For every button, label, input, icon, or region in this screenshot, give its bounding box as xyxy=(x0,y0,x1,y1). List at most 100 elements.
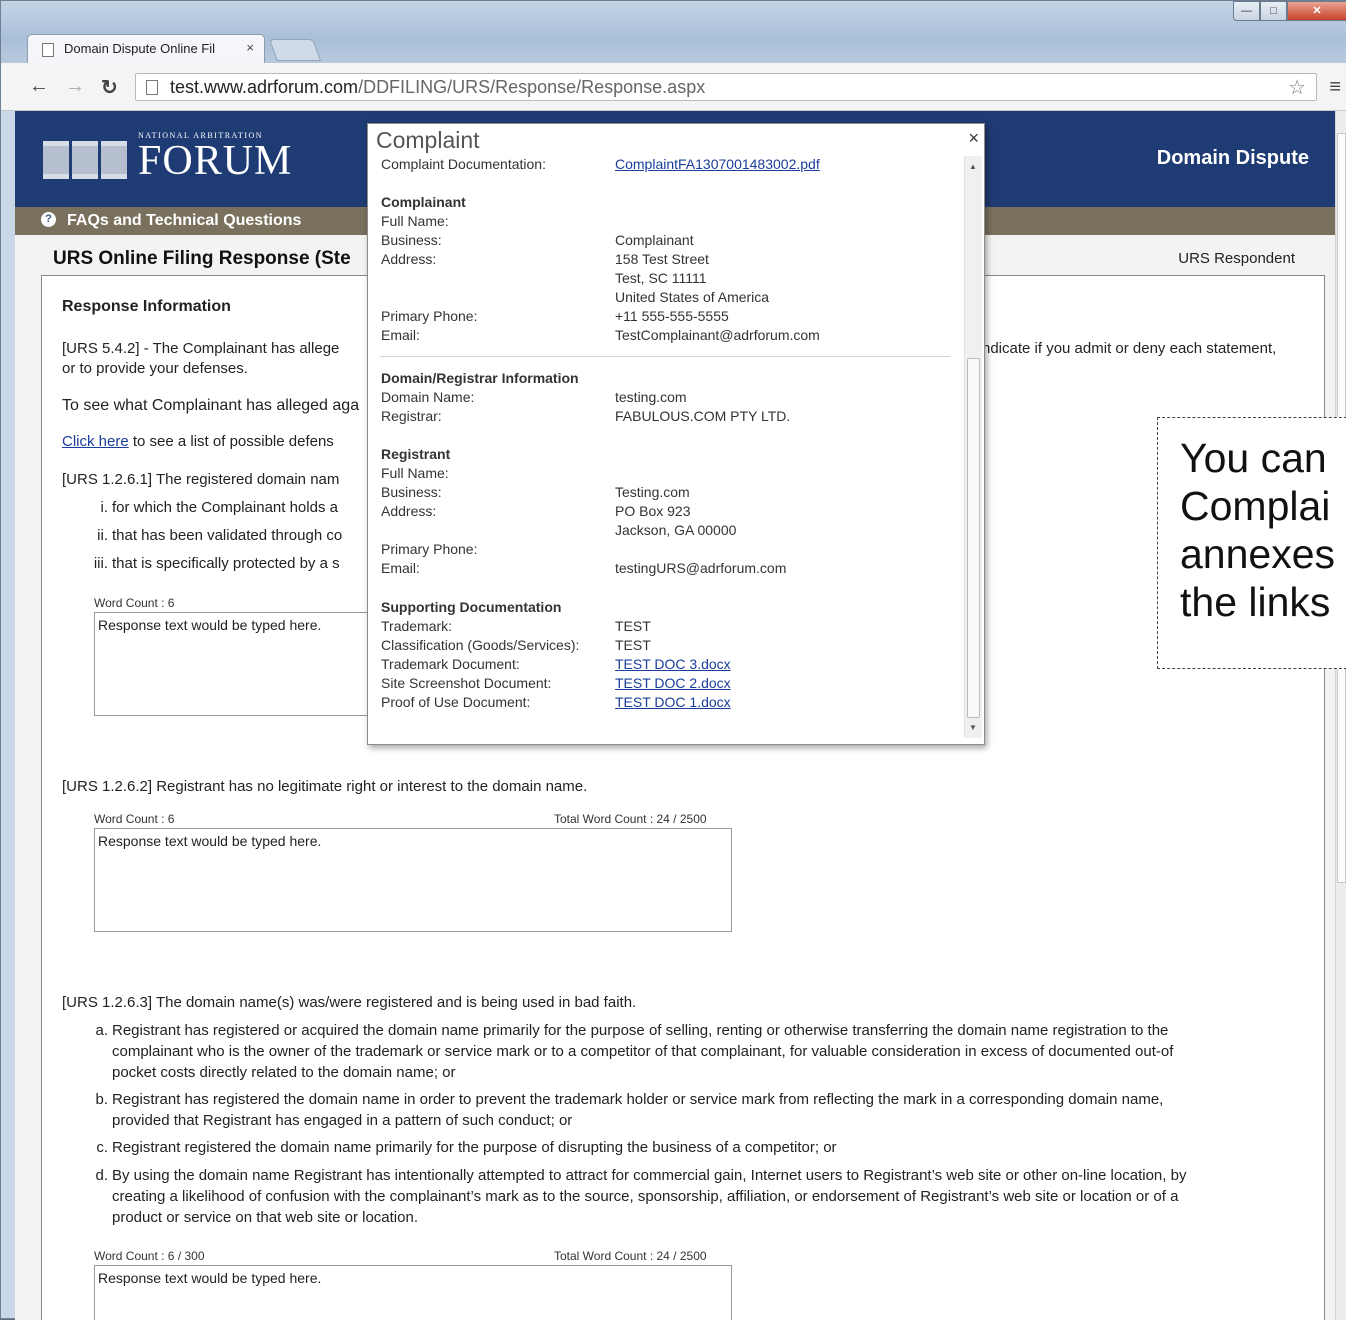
field-value: TEST xyxy=(615,618,651,634)
page-favicon-icon xyxy=(42,43,54,57)
supporting-heading: Supporting Documentation xyxy=(381,599,562,615)
defenses-text: to see a list of possible defens xyxy=(128,433,334,450)
list-item: c. Registrant registered the domain name… xyxy=(96,1139,837,1156)
tab-title: Domain Dispute Online Fil xyxy=(64,41,216,56)
url-path: /DDFILING/URS/Response/Response.aspx xyxy=(358,77,706,97)
screenshot-doc-link[interactable]: TEST DOC 2.docx xyxy=(615,675,731,691)
field-label: Proof of Use Document: xyxy=(381,694,531,710)
response-textarea-2[interactable]: Response text would be typed here. xyxy=(94,828,732,932)
list-item: ii. that has been validated through co xyxy=(97,527,343,544)
field-value: 158 Test Street xyxy=(615,251,709,267)
scroll-up-icon[interactable]: ▲ xyxy=(969,162,977,171)
field-label: Business: xyxy=(381,484,442,500)
field-label: Site Screenshot Document: xyxy=(381,675,552,691)
field-label: Email: xyxy=(381,327,420,343)
new-tab-button[interactable] xyxy=(268,39,322,61)
response-textarea-3[interactable]: Response text would be typed here. xyxy=(94,1265,732,1320)
field-label: Address: xyxy=(381,251,437,267)
annotation-callout: You can Complai annexes the links xyxy=(1157,417,1346,669)
scroll-down-icon[interactable]: ▼ xyxy=(969,723,977,732)
browser-window: Domain Dispute Online Fil × — □ ✕ ← → ↻ … xyxy=(0,0,1346,1320)
list-item: b. Registrant has registered the domain … xyxy=(95,1091,1164,1129)
tab-close-icon[interactable]: × xyxy=(246,40,254,55)
intro-text-line2: or to provide your defenses. xyxy=(62,360,248,377)
field-label: Trademark: xyxy=(381,618,453,634)
intro-text: [URS 5.4.2] - The Complainant has allege xyxy=(62,340,340,357)
faq-link[interactable]: FAQs and Technical Questions xyxy=(67,212,301,230)
address-bar[interactable]: test.www.adrforum.com/DDFILING/URS/Respo… xyxy=(135,73,1317,101)
browser-tab[interactable]: Domain Dispute Online Fil × xyxy=(27,34,265,63)
see-alleged-text: To see what Complainant has alleged aga xyxy=(62,397,360,414)
proof-doc-link[interactable]: TEST DOC 1.docx xyxy=(615,694,731,710)
field-label: Complaint Documentation: xyxy=(381,156,546,172)
click-here-link[interactable]: Click here xyxy=(62,433,129,450)
field-value: Jackson, GA 00000 xyxy=(615,522,737,538)
word-count: Word Count : 6 xyxy=(94,812,175,826)
dialog-scrollbar[interactable]: ▲ ▼ xyxy=(964,156,982,738)
tab-strip: Domain Dispute Online Fil × — □ ✕ xyxy=(1,1,1346,63)
field-value: United States of America xyxy=(615,289,770,305)
total-word-count: Total Word Count : 24 / 2500 xyxy=(554,812,707,826)
defenses-line: Click here to see a list of possible def… xyxy=(62,431,334,452)
word-count: Word Count : 6 / 300 xyxy=(94,1249,205,1263)
intro-text-continued: ndicate if you admit or deny each statem… xyxy=(982,340,1277,357)
list-item: i. for which the Complainant holds a xyxy=(100,499,338,516)
trademark-doc-link[interactable]: TEST DOC 3.docx xyxy=(615,656,731,672)
field-value: testingURS@adrforum.com xyxy=(615,560,787,576)
divider xyxy=(380,356,950,357)
page-icon xyxy=(146,80,158,95)
field-label: Full Name: xyxy=(381,465,449,481)
callout-text: You can Complai annexes the links xyxy=(1180,435,1336,625)
close-icon[interactable]: × xyxy=(968,128,979,149)
question-3-prompt: [URS 1.2.6.3] The domain name(s) was/wer… xyxy=(62,994,637,1011)
field-label: Address: xyxy=(381,503,437,519)
window-close-button[interactable]: ✕ xyxy=(1287,1,1346,21)
complainant-heading: Complainant xyxy=(381,194,466,210)
field-value: TEST xyxy=(615,637,651,653)
maximize-button[interactable]: □ xyxy=(1260,1,1287,21)
list-item: iii. that is specifically protected by a … xyxy=(93,555,340,572)
word-count: Word Count : 6 xyxy=(94,596,175,610)
registrant-heading: Registrant xyxy=(381,446,451,462)
field-value: testing.com xyxy=(615,389,687,405)
list-item: d. By using the domain name Registrant h… xyxy=(95,1167,1187,1226)
question-2-prompt: [URS 1.2.6.2] Registrant has no legitima… xyxy=(62,778,588,795)
field-value: PO Box 923 xyxy=(615,503,691,519)
url-host: test.www.adrforum.com xyxy=(170,77,359,97)
forward-arrow-icon[interactable]: → xyxy=(65,75,85,98)
url-text: test.www.adrforum.com/DDFILING/URS/Respo… xyxy=(170,77,705,98)
field-value: Testing.com xyxy=(615,484,690,500)
minimize-button[interactable]: — xyxy=(1233,1,1260,21)
site-title: Domain Dispute xyxy=(1156,147,1309,169)
domain-heading: Domain/Registrar Information xyxy=(381,370,579,386)
back-arrow-icon[interactable]: ← xyxy=(29,75,49,98)
page-scrollbar[interactable] xyxy=(1335,111,1346,1320)
complaint-dialog: Complaint × Complaint Documentation: Com… xyxy=(367,123,985,745)
field-value: TestComplainant@adrforum.com xyxy=(615,327,820,343)
page-title: URS Online Filing Response (Ste xyxy=(53,248,351,269)
dialog-scrollbar-thumb[interactable] xyxy=(967,358,980,718)
user-role: URS Respondent xyxy=(1178,250,1295,267)
field-label: Domain Name: xyxy=(381,389,475,405)
dialog-title: Complaint xyxy=(376,127,480,153)
section-heading: Response Information xyxy=(62,298,231,315)
field-label: Primary Phone: xyxy=(381,541,478,557)
complaint-doc-link[interactable]: ComplaintFA1307001483002.pdf xyxy=(615,156,820,172)
field-label: Primary Phone: xyxy=(381,308,478,324)
logo-title: FORUM xyxy=(138,138,293,184)
field-label: Classification (Goods/Services): xyxy=(381,637,580,653)
field-label: Registrar: xyxy=(381,408,442,424)
menu-icon[interactable]: ≡ xyxy=(1329,76,1341,99)
dialog-body: Complaint Documentation: ComplaintFA1307… xyxy=(368,154,964,738)
field-value: Complainant xyxy=(615,232,694,248)
field-label: Trademark Document: xyxy=(381,656,520,672)
reload-icon[interactable]: ↻ xyxy=(101,75,118,100)
field-value: +11 555-555-5555 xyxy=(615,308,729,324)
question-1-prompt: [URS 1.2.6.1] The registered domain nam xyxy=(62,471,340,488)
field-label: Email: xyxy=(381,560,420,576)
browser-toolbar: ← → ↻ test.www.adrforum.com/DDFILING/URS… xyxy=(1,63,1346,111)
help-icon: ? xyxy=(41,212,56,227)
total-word-count: Total Word Count : 24 / 2500 xyxy=(554,1249,707,1263)
field-value: FABULOUS.COM PTY LTD. xyxy=(615,408,791,424)
bookmark-star-icon[interactable]: ☆ xyxy=(1288,75,1306,100)
